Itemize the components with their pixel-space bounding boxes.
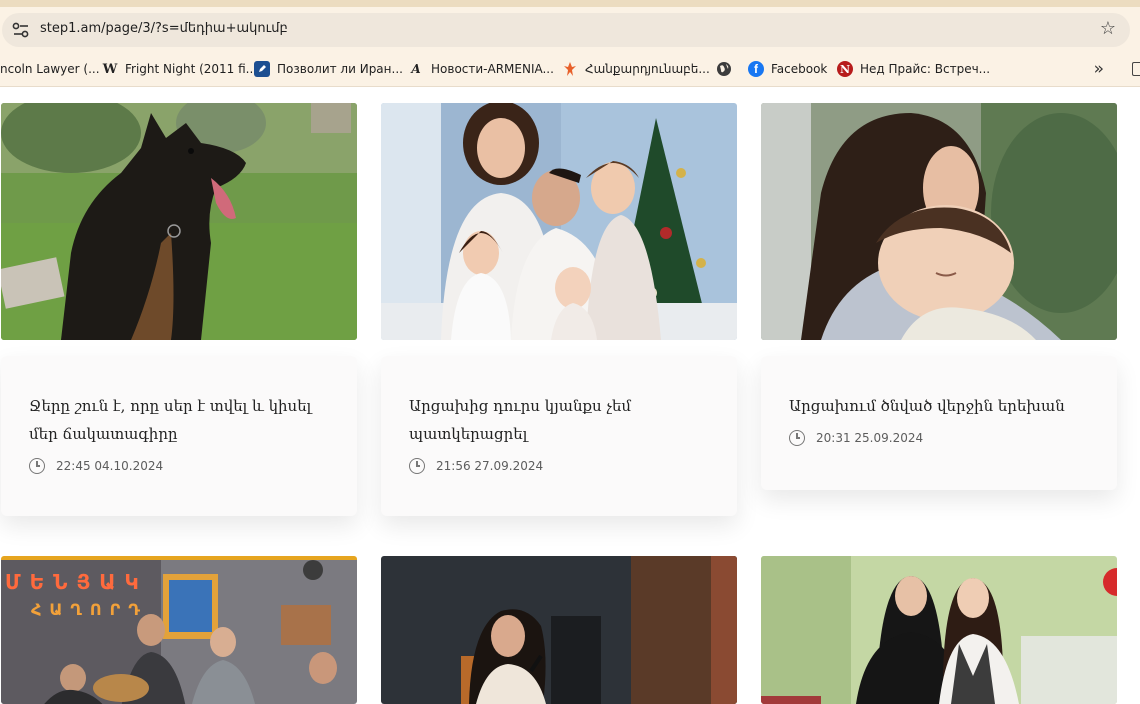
- bookmark-label: Новости-ARMENIA...: [431, 62, 554, 76]
- more-bookmarks-icon[interactable]: »: [1094, 59, 1104, 79]
- bookmark-iran[interactable]: Позволит ли Иран...: [254, 60, 403, 78]
- bookmark-label: Позволит ли Иран...: [277, 62, 403, 76]
- flame-icon: [562, 61, 578, 77]
- article-title[interactable]: Արցախից դուրս կյանքս չեմ պատկերացրել: [409, 392, 709, 448]
- bookmark-novosti-armenia[interactable]: A Новости-ARMENIA...: [408, 60, 554, 78]
- article-meta: 21:56 27.09.2024: [409, 458, 709, 474]
- clock-icon: [29, 458, 45, 474]
- globe-icon: [716, 61, 732, 77]
- bookmark-label: Հանքարդյունաբե...: [585, 62, 710, 76]
- bookmark-lincoln-lawyer[interactable]: ncoln Lawyer (...: [0, 60, 100, 78]
- armenia-news-icon: A: [411, 62, 421, 76]
- bookmark-globe[interactable]: [716, 60, 739, 78]
- news-n-icon: N: [837, 61, 853, 77]
- poster-text: ՀԱՂՈՐԴ: [31, 600, 148, 619]
- poster-text: ՄԵՆՅԱԿ: [5, 570, 148, 594]
- bookmark-ned-price[interactable]: N Нед Прайс: Встреч...: [837, 60, 990, 78]
- article-time: 21:56 27.09.2024: [436, 459, 544, 473]
- bookmark-facebook[interactable]: f Facebook: [748, 60, 827, 78]
- article-card[interactable]: Արցախից դուրս կյանքս չեմ պատկերացրել 21:…: [381, 356, 737, 516]
- clock-icon: [409, 458, 425, 474]
- article-title[interactable]: Ջերը շուն է, որը սեր է տվել և կիսել մեր …: [29, 392, 329, 448]
- bookmark-mining[interactable]: Հանքարդյունաբե...: [562, 60, 710, 78]
- article-image-speaker[interactable]: [381, 556, 737, 704]
- bookmark-label: Fright Night (2011 fi...: [125, 62, 258, 76]
- address-bar-row: step1.am/page/3/?s=մեդիա+ակումբ ☆: [0, 7, 1140, 51]
- article-card[interactable]: Ջերը շուն է, որը սեր է տվել և կիսել մեր …: [1, 356, 357, 516]
- bookmark-fright-night[interactable]: W Fright Night (2011 fi...: [102, 60, 257, 78]
- article-image-dog[interactable]: [1, 103, 357, 340]
- window-top-strip: [0, 0, 1140, 7]
- bookmarks-bar: ncoln Lawyer (... W Fright Night (2011 f…: [0, 51, 1140, 87]
- omnibox[interactable]: step1.am/page/3/?s=մեդիա+ակումբ ☆: [2, 13, 1130, 47]
- article-time: 20:31 25.09.2024: [816, 431, 924, 445]
- article-image-mother-baby[interactable]: [761, 103, 1117, 340]
- article-card[interactable]: Արցախում ծնված վերջին երեխան 20:31 25.09…: [761, 356, 1117, 490]
- bookmark-label: Facebook: [771, 62, 828, 76]
- bookmark-label: Нед Прайс: Встреч...: [860, 62, 991, 76]
- article-meta: 22:45 04.10.2024: [29, 458, 329, 474]
- page-content: Ջերը շուն է, որը սեր է տվել և կիսել մեր …: [0, 88, 1140, 704]
- facebook-icon: f: [748, 61, 764, 77]
- article-image-two-women[interactable]: [761, 556, 1117, 704]
- article-meta: 20:31 25.09.2024: [789, 430, 1089, 446]
- url-text[interactable]: step1.am/page/3/?s=մեդիա+ակումբ: [40, 21, 288, 36]
- wikipedia-icon: W: [102, 61, 118, 77]
- article-image-family[interactable]: [381, 103, 737, 340]
- clock-icon: [789, 430, 805, 446]
- article-title[interactable]: Արցախում ծնված վերջին երեխան: [789, 392, 1089, 420]
- pen-icon: [254, 61, 270, 77]
- bookmark-label: ncoln Lawyer (...: [0, 62, 100, 76]
- bookmark-star-icon[interactable]: ☆: [1100, 18, 1116, 40]
- site-settings-icon[interactable]: [12, 22, 30, 38]
- article-image-band[interactable]: ՄԵՆՅԱԿ ՀԱՂՈՐԴ: [1, 556, 357, 704]
- article-time: 22:45 04.10.2024: [56, 459, 164, 473]
- side-panel-icon[interactable]: [1132, 62, 1140, 76]
